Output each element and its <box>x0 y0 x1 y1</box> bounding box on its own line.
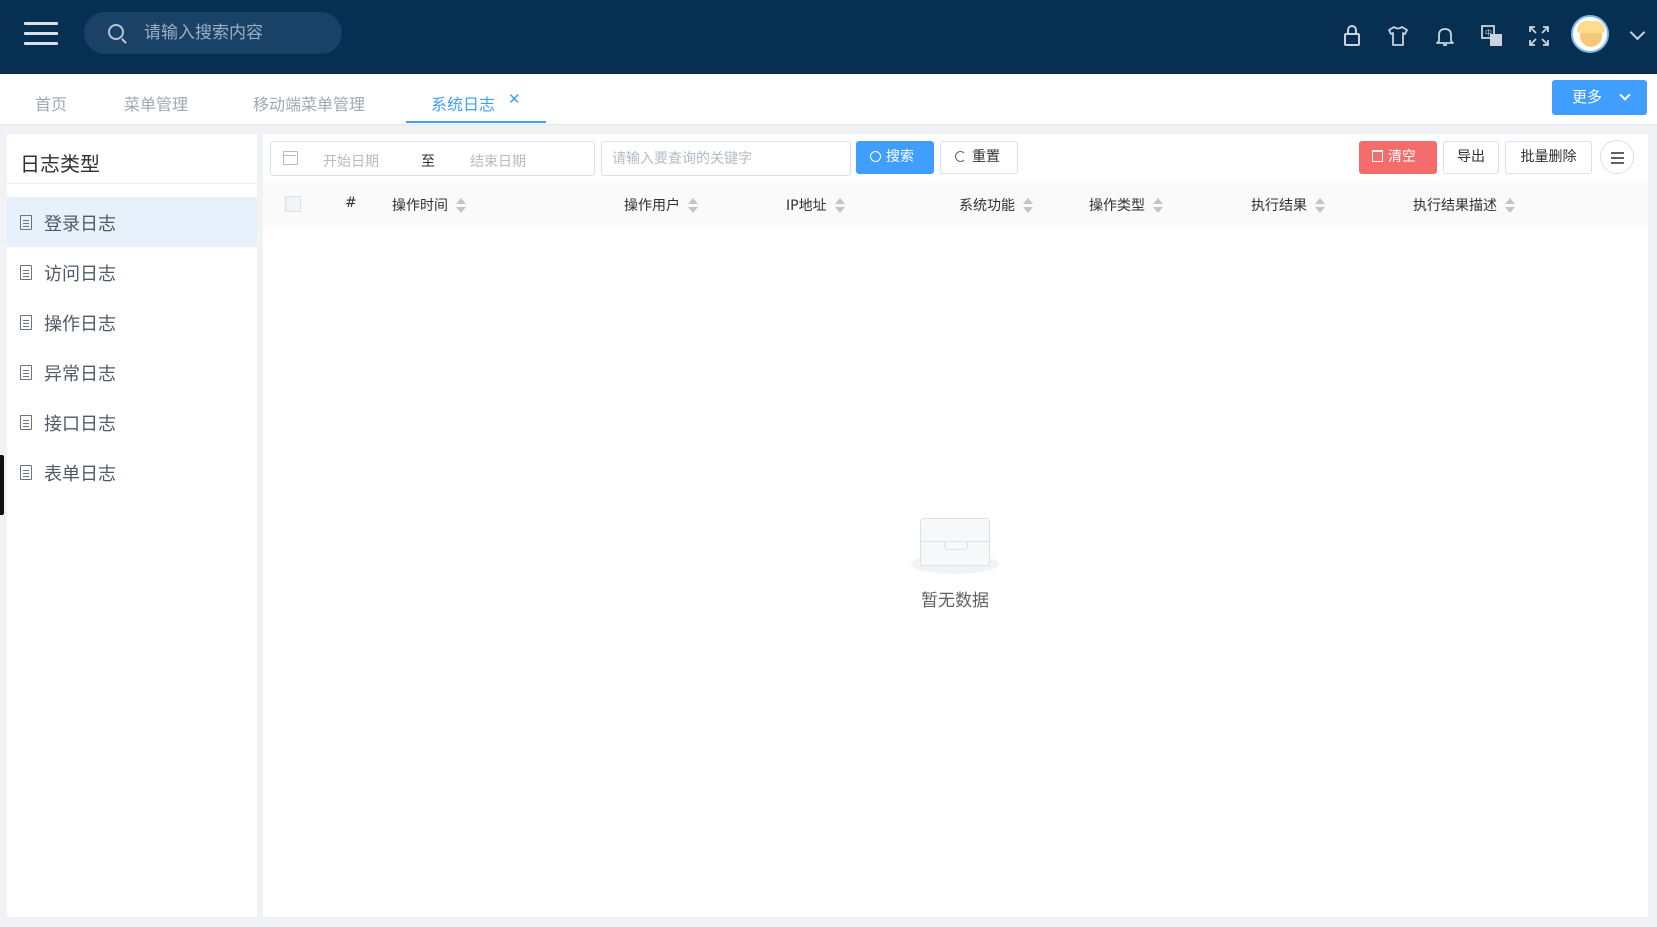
sidebar-item-label: 表单日志 <box>44 464 116 485</box>
reset-button[interactable]: 重置 <box>940 141 1018 174</box>
search-icon <box>108 24 124 40</box>
column-header-operation-time[interactable]: 操作时间 <box>392 195 466 215</box>
close-icon[interactable]: ✕ <box>508 90 521 108</box>
document-icon <box>20 465 32 480</box>
sidebar-item-exception-log[interactable]: 异常日志 <box>7 347 257 397</box>
search-button[interactable]: 搜索 <box>856 141 934 174</box>
column-header-system-function[interactable]: 系统功能 <box>959 195 1033 215</box>
tab-home[interactable]: 首页 <box>35 91 67 115</box>
tab-system-log[interactable]: 系统日志 <box>431 91 495 115</box>
active-tab-indicator <box>406 121 546 123</box>
export-button[interactable]: 导出 <box>1443 141 1499 174</box>
reset-button-label: 重置 <box>972 149 1000 165</box>
divider <box>7 183 257 184</box>
top-header: 中 <box>0 0 1657 74</box>
column-header-label: 执行结果 <box>1251 198 1307 214</box>
column-header-ip-address[interactable]: IP地址 <box>786 195 845 215</box>
sort-icon[interactable] <box>688 197 698 215</box>
menu-icon[interactable] <box>24 22 58 52</box>
end-date-field[interactable]: 结束日期 <box>470 151 526 171</box>
sidebar-item-access-log[interactable]: 访问日志 <box>7 247 257 297</box>
empty-state-text: 暂无数据 <box>921 591 989 611</box>
clear-button-label: 清空 <box>1388 149 1416 165</box>
sort-icon[interactable] <box>1505 197 1515 215</box>
shirt-icon[interactable] <box>1383 21 1413 51</box>
column-header-operation-type[interactable]: 操作类型 <box>1089 195 1163 215</box>
tab-menu-management[interactable]: 菜单管理 <box>124 91 188 115</box>
calendar-icon <box>283 151 298 165</box>
side-drawer-handle[interactable] <box>0 455 4 515</box>
document-icon <box>20 315 32 330</box>
column-header-index: # <box>345 195 357 211</box>
more-button-label: 更多 <box>1572 88 1603 106</box>
column-header-label: 操作时间 <box>392 198 448 214</box>
sort-icon[interactable] <box>834 197 845 215</box>
log-type-panel: 日志类型 登录日志 访问日志 操作日志 异常日志 接口日志 表单日志 <box>7 134 257 917</box>
bulk-delete-button[interactable]: 批量删除 <box>1505 141 1592 174</box>
column-header-label: 执行结果描述 <box>1413 198 1497 214</box>
sidebar-item-form-log[interactable]: 表单日志 <box>7 447 257 497</box>
fullscreen-icon[interactable] <box>1524 21 1554 51</box>
document-icon <box>20 265 32 280</box>
translate-icon[interactable]: 中 <box>1477 21 1507 51</box>
sidebar-item-operation-log[interactable]: 操作日志 <box>7 297 257 347</box>
keyword-search-input[interactable] <box>601 141 851 176</box>
lock-icon[interactable] <box>1336 21 1366 51</box>
chevron-down-icon <box>1619 89 1631 101</box>
refresh-icon <box>955 151 966 162</box>
column-header-label: 操作用户 <box>624 198 680 214</box>
global-search-input[interactable] <box>144 12 334 54</box>
document-icon <box>20 215 32 230</box>
column-header-label: 操作类型 <box>1089 198 1145 214</box>
sidebar-item-api-log[interactable]: 接口日志 <box>7 397 257 447</box>
column-header-label: 系统功能 <box>959 198 1015 214</box>
search-button-label: 搜索 <box>886 149 914 165</box>
clear-button[interactable]: 清空 <box>1359 141 1437 174</box>
more-button[interactable]: 更多 <box>1552 80 1647 115</box>
date-range-picker[interactable]: 开始日期 至 结束日期 <box>270 141 595 176</box>
sidebar-item-label: 异常日志 <box>44 364 116 385</box>
sidebar-item-label: 操作日志 <box>44 314 116 335</box>
document-icon <box>20 415 32 430</box>
panel-title: 日志类型 <box>20 152 100 176</box>
sort-icon[interactable] <box>456 197 466 215</box>
tab-bar: 首页 菜单管理 移动端菜单管理 系统日志 ✕ 更多 <box>0 74 1657 125</box>
column-header-result-description[interactable]: 执行结果描述 <box>1413 195 1515 215</box>
column-header-label: IP地址 <box>786 198 827 214</box>
sidebar-item-label: 访问日志 <box>44 264 116 285</box>
document-icon <box>20 365 32 380</box>
trash-icon <box>1372 150 1383 162</box>
bell-icon[interactable] <box>1430 21 1460 51</box>
svg-text:中: 中 <box>1485 28 1492 37</box>
column-header-operation-user[interactable]: 操作用户 <box>624 195 698 215</box>
search-icon <box>870 151 881 162</box>
empty-state: 暂无数据 <box>902 508 1008 611</box>
sidebar-item-label: 登录日志 <box>44 214 116 235</box>
date-range-separator: 至 <box>421 154 435 170</box>
table-header: # 操作时间 操作用户 IP地址 系统功能 操作类型 执行结果 执行结果描述 <box>263 183 1648 227</box>
sidebar-item-login-log[interactable]: 登录日志 <box>7 197 257 247</box>
empty-inbox-icon <box>905 508 1005 578</box>
avatar[interactable] <box>1571 15 1609 53</box>
log-table-panel: 开始日期 至 结束日期 搜索 重置 清空 导出 批量删除 # 操作时间 操作用户… <box>263 134 1648 917</box>
global-search[interactable] <box>84 12 342 54</box>
sort-icon[interactable] <box>1315 197 1325 215</box>
sort-icon[interactable] <box>1153 197 1163 215</box>
sort-icon[interactable] <box>1023 197 1033 215</box>
column-settings-icon[interactable] <box>1600 140 1634 174</box>
start-date-field[interactable]: 开始日期 <box>323 151 379 171</box>
tab-mobile-menu-management[interactable]: 移动端菜单管理 <box>253 91 365 115</box>
select-all-checkbox[interactable] <box>285 196 301 212</box>
column-header-result[interactable]: 执行结果 <box>1251 195 1325 215</box>
sidebar-item-label: 接口日志 <box>44 414 116 435</box>
chevron-down-icon[interactable] <box>1629 24 1646 41</box>
